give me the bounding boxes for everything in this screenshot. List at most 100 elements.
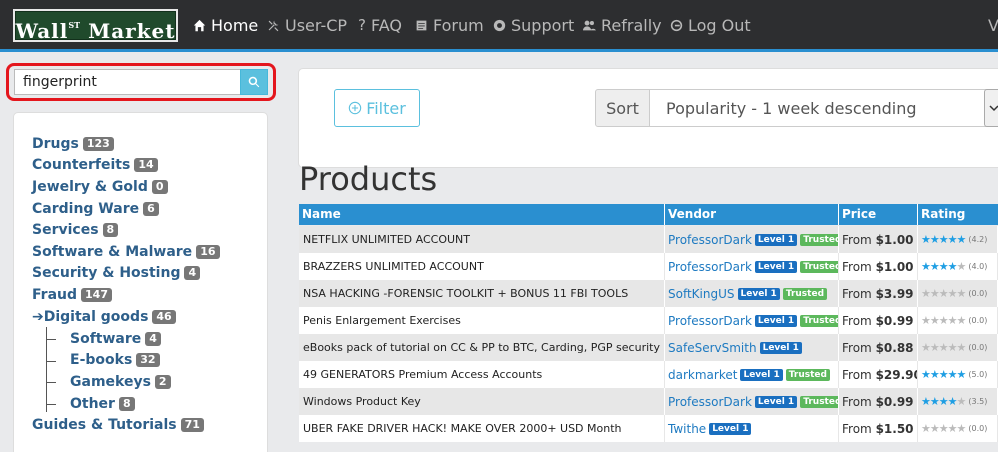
sort-select[interactable]: Popularity - 1 week descending (649, 89, 989, 127)
sort-selected-value: Popularity - 1 week descending (666, 98, 917, 118)
table-row[interactable]: eBooks pack of tutorial on CC & PP to BT… (299, 334, 998, 361)
product-name[interactable]: 49 GENERATORS Premium Access Accounts (299, 361, 665, 388)
product-vendor: ProfessorDark Level 1 Trusted (665, 253, 839, 280)
logo-sup: ST (68, 20, 81, 30)
vendor-link[interactable]: Twithe (668, 422, 706, 436)
star-icon: ★ (947, 422, 958, 435)
product-name[interactable]: Windows Product Key (299, 388, 665, 415)
vendor-level-badge: Level 1 (759, 341, 802, 354)
category-label: Drugs (32, 136, 79, 152)
nav-home[interactable]: Home (193, 14, 258, 36)
category-guides-tutorials[interactable]: Guides & Tutorials 71 (32, 417, 204, 433)
chevron-down-icon (989, 105, 998, 112)
product-name[interactable]: BRAZZERS UNLIMITED ACCOUNT (299, 253, 665, 280)
column-header-vendor[interactable]: Vendor (665, 204, 839, 225)
star-icon: ★ (938, 260, 949, 273)
rating-stars: ★★★★★ (921, 368, 966, 381)
product-name[interactable]: NSA HACKING -FORENSIC TOOLKIT + BONUS 11… (299, 280, 665, 307)
vendor-level-badge: Level 1 (737, 287, 780, 300)
nav-refrally[interactable]: Refrally (583, 14, 662, 36)
price-prefix: From (842, 421, 872, 436)
table-row[interactable]: NSA HACKING -FORENSIC TOOLKIT + BONUS 11… (299, 280, 998, 307)
price-prefix: From (842, 259, 872, 274)
nav-logout[interactable]: Log Out (670, 14, 751, 36)
column-header-name[interactable]: Name (299, 204, 665, 225)
home-icon (193, 19, 206, 31)
nav-usercp-label: User-CP (285, 15, 348, 35)
star-icon: ★ (938, 233, 949, 246)
category-label: Carding Ware (32, 201, 140, 217)
price-value: $0.99 (875, 394, 914, 409)
product-name[interactable]: NETFLIX UNLIMITED ACCOUNT (299, 226, 665, 253)
category-drugs[interactable]: Drugs 123 (32, 136, 114, 152)
rating-stars: ★★★★★ (921, 395, 966, 408)
category-label: Gamekeys (70, 374, 151, 390)
nav-support[interactable]: Support (493, 14, 574, 36)
product-name[interactable]: Penis Enlargement Exercises (299, 307, 665, 334)
product-name[interactable]: eBooks pack of tutorial on CC & PP to BT… (299, 334, 665, 361)
nav-cutoff-item[interactable]: V (988, 14, 998, 36)
table-row[interactable]: Penis Enlargement Exercises ProfessorDark… (299, 307, 998, 334)
nav-forum[interactable]: Forum (415, 14, 484, 36)
nav-usercp[interactable]: User-CP (267, 14, 347, 36)
subcategory-ebooks[interactable]: E-books 32 (70, 352, 160, 368)
filter-button[interactable]: Filter (334, 89, 420, 127)
rating-value: (0.0) (968, 316, 988, 325)
lifebuoy-icon (493, 19, 506, 31)
category-fraud[interactable]: Fraud 147 (32, 287, 112, 303)
filter-button-label: Filter (366, 98, 406, 118)
category-digital-goods[interactable]: ➔Digital goods 46 (32, 309, 176, 325)
subcategory-software[interactable]: Software 4 (70, 331, 161, 347)
product-name-text: Penis Enlargement Exercises (303, 314, 461, 327)
vendor-link[interactable]: ProfessorDark (668, 314, 752, 328)
column-header-rating[interactable]: Rating (918, 204, 998, 225)
category-label: Guides & Tutorials (32, 417, 177, 433)
forum-icon (416, 20, 427, 30)
star-icon: ★ (921, 368, 931, 381)
category-software-malware[interactable]: Software & Malware 16 (32, 244, 220, 260)
column-header-price[interactable]: Price (839, 204, 918, 225)
product-vendor: Twithe Level 1 (665, 415, 839, 442)
search-input[interactable] (14, 69, 240, 95)
table-row[interactable]: BRAZZERS UNLIMITED ACCOUNT ProfessorDark L… (299, 253, 998, 280)
vendor-link[interactable]: ProfessorDark (668, 233, 752, 247)
category-security-hosting[interactable]: Security & Hosting 4 (32, 265, 201, 281)
category-counterfeits[interactable]: Counterfeits 14 (32, 157, 158, 173)
table-row[interactable]: UBER FAKE DRIVER HACK! MAKE OVER 2000+ U… (299, 415, 998, 442)
table-row[interactable]: NETFLIX UNLIMITED ACCOUNT ProfessorDark Le… (299, 226, 998, 253)
category-services[interactable]: Services 8 (32, 222, 119, 238)
price-value: $3.99 (875, 286, 914, 301)
subcategory-gamekeys[interactable]: Gamekeys 2 (70, 374, 171, 390)
search-button[interactable] (240, 69, 268, 95)
vendor-link[interactable]: SafeServSmith (668, 341, 757, 355)
nav-logout-label: Log Out (688, 15, 751, 35)
subcategory-other[interactable]: Other 8 (70, 396, 135, 412)
logout-icon (670, 19, 683, 31)
product-price: From $1.00 (839, 253, 918, 280)
product-price: From $1.00 (839, 226, 918, 253)
category-carding-ware[interactable]: Carding Ware 6 (32, 201, 159, 217)
product-rating: ★★★★★ (3.5) (918, 388, 998, 415)
product-price: From $3.99 (839, 280, 918, 307)
site-logo[interactable]: WallST Market (13, 9, 178, 43)
category-label: Other (70, 396, 115, 412)
vendor-link[interactable]: SoftKingUS (668, 287, 735, 301)
product-vendor: darkmarket Level 1 Trusted (665, 361, 839, 388)
product-rating: ★★★★★ (4.2) (918, 226, 998, 253)
nav-faq[interactable]: ? FAQ (358, 14, 402, 36)
category-jewelry-gold[interactable]: Jewelry & Gold 0 (32, 179, 168, 195)
price-prefix: From (842, 313, 872, 328)
vendor-link[interactable]: ProfessorDark (668, 395, 752, 409)
vendor-link[interactable]: darkmarket (668, 368, 737, 382)
price-prefix: From (842, 340, 872, 355)
star-icon: ★ (929, 314, 940, 327)
logo-text-market: Market (88, 19, 176, 43)
sort-dropdown-toggle[interactable] (984, 89, 998, 127)
table-row[interactable]: Windows Product Key ProfessorDark Level 1T… (299, 388, 998, 415)
star-icon: ★ (929, 422, 940, 435)
category-count-badge: 6 (143, 202, 159, 216)
product-name[interactable]: UBER FAKE DRIVER HACK! MAKE OVER 2000+ U… (299, 415, 665, 442)
vendor-link[interactable]: ProfessorDark (668, 260, 752, 274)
table-row[interactable]: 49 GENERATORS Premium Access Accounts dar… (299, 361, 998, 388)
category-count-badge: 8 (102, 223, 119, 237)
